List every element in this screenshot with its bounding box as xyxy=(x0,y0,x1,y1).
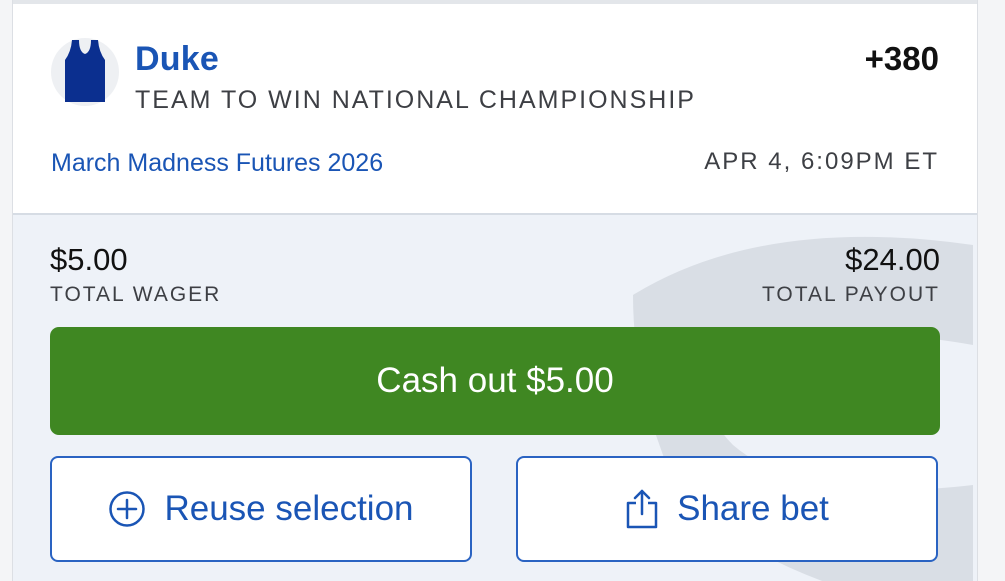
event-link[interactable]: March Madness Futures 2026 xyxy=(51,149,383,178)
wager-section: $5.00 TOTAL WAGER $24.00 TOTAL PAYOUT Ca… xyxy=(13,213,977,581)
team-name[interactable]: Duke xyxy=(135,40,219,79)
total-wager-amount: $5.00 xyxy=(50,242,128,277)
market-type: TEAM TO WIN NATIONAL CHAMPIONSHIP xyxy=(135,86,696,114)
card-top-divider xyxy=(13,0,977,4)
reuse-selection-button[interactable]: Reuse selection xyxy=(50,456,472,562)
bet-card: Duke +380 TEAM TO WIN NATIONAL CHAMPIONS… xyxy=(12,0,978,581)
bet-placed-date: APR 4, 6:09PM ET xyxy=(704,148,939,175)
reuse-selection-label: Reuse selection xyxy=(164,489,414,528)
total-payout-amount: $24.00 xyxy=(845,242,940,277)
plus-circle-icon xyxy=(108,490,146,528)
team-avatar xyxy=(51,38,119,106)
share-bet-label: Share bet xyxy=(677,489,829,528)
bet-odds: +380 xyxy=(864,40,939,77)
cash-out-button[interactable]: Cash out $5.00 xyxy=(50,327,940,435)
total-payout-label: TOTAL PAYOUT xyxy=(761,283,940,306)
total-wager-label: TOTAL WAGER xyxy=(50,283,222,306)
share-icon xyxy=(625,488,659,530)
share-bet-button[interactable]: Share bet xyxy=(516,456,938,562)
